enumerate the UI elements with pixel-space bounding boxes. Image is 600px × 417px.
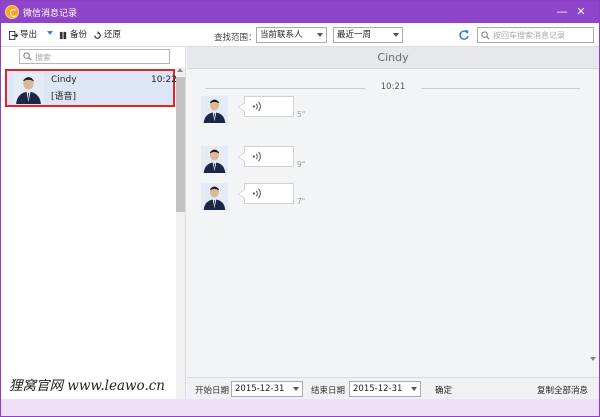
time-separator: 10:21 xyxy=(205,82,580,94)
restore-label: 还原 xyxy=(104,30,122,40)
confirm-button[interactable]: 确定 xyxy=(435,384,452,396)
contact-scope-value: 当前联系人 xyxy=(260,30,303,40)
contact-list: Cindy 10:22 [语音] xyxy=(1,67,177,399)
end-date-picker[interactable]: 2015-12-31 xyxy=(349,381,421,397)
contact-scope-select[interactable]: 当前联系人 xyxy=(256,27,327,43)
window-title: 微信消息记录 xyxy=(23,9,78,19)
toolbar: 导出 备份 还原 查找范围： 当前联系人 最近一周 按回车搜索消息记录 xyxy=(1,23,599,47)
voice-duration: 7" xyxy=(297,197,306,206)
export-dropdown-arrow-icon[interactable] xyxy=(47,31,53,35)
restore-icon xyxy=(94,30,101,39)
sidebar-scrollbar[interactable] xyxy=(176,67,185,399)
contact-sidebar: 搜索 Cindy 10:22 [语音] xyxy=(1,47,186,399)
copy-all-messages-button[interactable]: 复制全部消息 xyxy=(537,384,588,396)
end-date-label: 结束日期 xyxy=(311,386,346,396)
export-icon xyxy=(9,30,18,40)
start-date-label: 开始日期 xyxy=(195,386,230,396)
voice-wave-icon xyxy=(252,101,261,112)
separator-line xyxy=(205,88,365,89)
avatar xyxy=(201,183,228,210)
separator-line xyxy=(421,88,580,89)
avatar xyxy=(201,96,228,123)
message-search-placeholder: 按回车搜索消息记录 xyxy=(493,31,565,40)
close-button[interactable]: ✕ xyxy=(572,3,590,21)
avatar xyxy=(13,73,44,104)
search-range-label: 查找范围： xyxy=(214,33,257,43)
start-date-picker[interactable]: 2015-12-31 xyxy=(231,381,303,397)
message-search-input[interactable]: 按回车搜索消息记录 xyxy=(477,27,594,43)
start-date-value: 2015-12-31 xyxy=(235,384,285,394)
status-bar xyxy=(1,399,599,416)
export-label: 导出 xyxy=(20,30,38,40)
chat-scrollbar[interactable] xyxy=(589,69,599,369)
chat-panel: Cindy 10:21 5" 9" 7" xyxy=(187,47,599,399)
period-value: 最近一周 xyxy=(337,30,372,40)
voice-bubble[interactable] xyxy=(238,183,294,204)
voice-bubble[interactable] xyxy=(238,96,294,117)
chevron-down-icon xyxy=(411,387,417,391)
contact-name: Cindy xyxy=(51,75,77,85)
contact-last-message: [语音] xyxy=(51,92,77,102)
chevron-down-icon xyxy=(393,33,399,37)
export-button[interactable]: 导出 xyxy=(9,28,37,42)
chevron-down-icon xyxy=(317,33,323,37)
scroll-up-arrow-icon[interactable] xyxy=(177,68,183,72)
date-filter-bar: 开始日期 2015-12-31 结束日期 2015-12-31 确定 复制全部消… xyxy=(187,377,599,399)
chevron-down-icon xyxy=(293,387,299,391)
title-bar[interactable]: 微信消息记录 — ✕ xyxy=(1,1,599,23)
search-icon xyxy=(23,52,32,61)
voice-message: 9" xyxy=(201,146,311,174)
voice-wave-icon xyxy=(252,151,261,162)
chat-title: Cindy xyxy=(377,51,409,64)
voice-message: 7" xyxy=(201,183,311,211)
backup-icon xyxy=(59,31,67,39)
search-icon xyxy=(481,31,490,40)
contact-item-cindy[interactable]: Cindy 10:22 [语音] xyxy=(5,69,177,107)
avatar xyxy=(201,146,228,173)
app-logo-icon xyxy=(5,5,19,19)
app-window: 微信消息记录 — ✕ 导出 备份 还原 查找范围： 当前联系人 最近一周 按回车… xyxy=(0,0,600,417)
scroll-thumb[interactable] xyxy=(176,77,185,212)
voice-duration: 5" xyxy=(297,110,306,119)
voice-duration: 9" xyxy=(297,160,306,169)
voice-wave-icon xyxy=(252,188,261,199)
restore-button[interactable]: 还原 xyxy=(93,28,121,42)
contact-time: 10:22 xyxy=(151,75,177,85)
scroll-down-arrow-icon[interactable] xyxy=(590,357,596,361)
end-date-value: 2015-12-31 xyxy=(353,384,403,394)
refresh-icon[interactable] xyxy=(458,29,470,41)
voice-message: 5" xyxy=(201,96,311,124)
backup-button[interactable]: 备份 xyxy=(59,28,87,42)
chat-header: Cindy xyxy=(187,47,599,69)
watermark: 狸窝官网 www.leawo.cn xyxy=(9,378,165,394)
backup-label: 备份 xyxy=(70,30,88,40)
voice-bubble[interactable] xyxy=(238,146,294,167)
contact-search-placeholder: 搜索 xyxy=(35,53,51,62)
minimize-button[interactable]: — xyxy=(553,3,571,21)
contact-search-input[interactable]: 搜索 xyxy=(19,49,170,64)
time-separator-text: 10:21 xyxy=(380,82,406,92)
period-select[interactable]: 最近一周 xyxy=(333,27,403,43)
